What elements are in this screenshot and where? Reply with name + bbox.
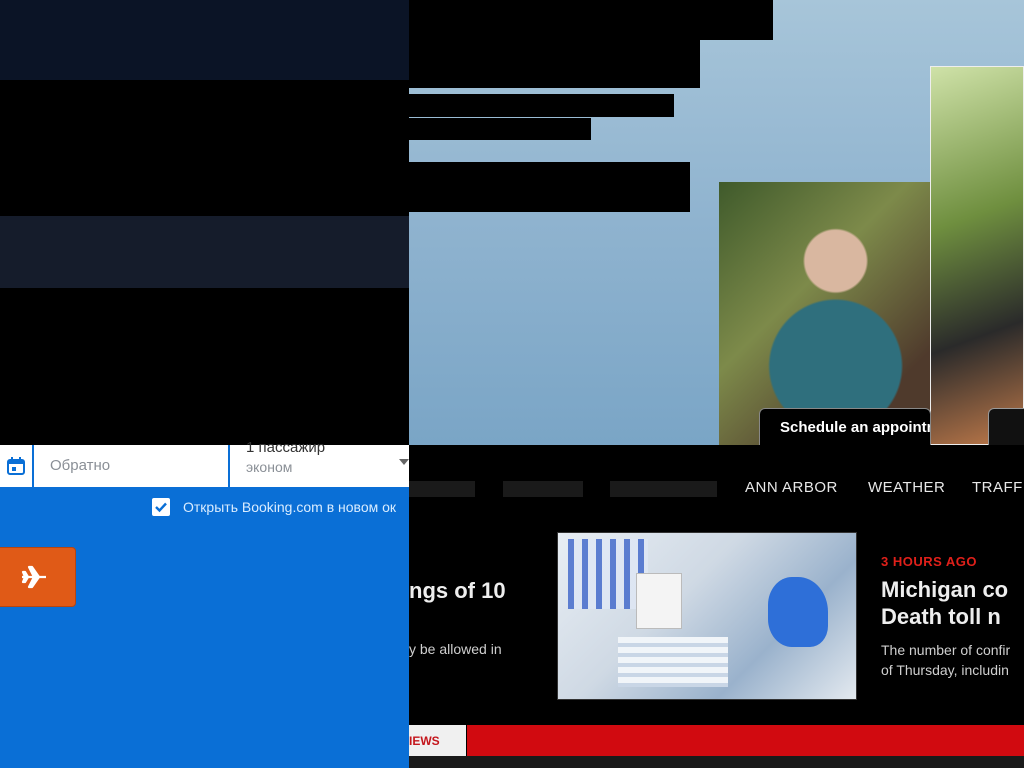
- site-nav: ANN ARBOR WEATHER TRAFFI: [409, 468, 1024, 508]
- checkmark-icon: [155, 502, 167, 513]
- open-in-new-tab-option[interactable]: Открыть Booking.com в новом ок: [152, 497, 409, 517]
- cabin-class: эконом: [246, 459, 293, 475]
- nav-item-traffic[interactable]: TRAFFI: [972, 479, 1024, 496]
- return-date-input[interactable]: Обратно: [36, 445, 230, 487]
- article-thumbnail[interactable]: [557, 532, 857, 700]
- booking-widget-window: Обратно 1 пассажир эконом Открыть Bookin…: [0, 0, 409, 768]
- nav-item-weather[interactable]: WEATHER: [868, 479, 945, 496]
- ad-cta-label: Schedule an appointm: [780, 419, 931, 436]
- redacted-block: [409, 162, 690, 212]
- chevron-down-icon: [399, 459, 409, 465]
- left-article-headline[interactable]: ngs of 10: [409, 578, 506, 604]
- thumb-sample-rack: [618, 637, 728, 687]
- nav-item-ann-arbor[interactable]: ANN ARBOR: [745, 479, 838, 496]
- ad-photo-secondary[interactable]: [930, 66, 1024, 445]
- left-article-blurb: y be allowed in: [409, 641, 502, 657]
- open-in-new-tab-checkbox[interactable]: [152, 498, 170, 516]
- tab-news[interactable]: IEWS: [409, 725, 466, 756]
- breaking-news-strip[interactable]: [467, 725, 1024, 756]
- ad-cta-button-secondary[interactable]: [988, 408, 1024, 445]
- schedule-appointment-button[interactable]: Schedule an appointm: [759, 408, 931, 445]
- redacted-nav-item: [503, 481, 583, 497]
- airplane-icon: [21, 565, 46, 589]
- redacted-block: [409, 0, 773, 40]
- redacted-band: [0, 216, 409, 288]
- article-blurb-line1: The number of confir: [881, 642, 1011, 658]
- desktop-screen: Обратно 1 пассажир эконом Открыть Bookin…: [0, 0, 1024, 768]
- redacted-block: [409, 40, 700, 88]
- calendar-icon: [7, 457, 25, 475]
- article-headline-line1: Michigan co: [881, 577, 1009, 602]
- thumb-test-kit-box: [636, 573, 682, 629]
- passengers-select[interactable]: 1 пассажир эконом: [232, 439, 409, 487]
- divider: [409, 756, 1024, 768]
- search-fields-row: Обратно 1 пассажир эконом: [0, 439, 409, 487]
- redacted-nav-item: [610, 481, 717, 497]
- search-flights-button[interactable]: [0, 547, 76, 607]
- redacted-nav-item: [409, 481, 475, 497]
- bottom-section-bar: IEWS: [409, 725, 1024, 768]
- news-site-window: Schedule an appointm ANN ARBOR WEATHER T…: [409, 0, 1024, 768]
- article-headline[interactable]: Michigan co Death toll n: [881, 576, 1008, 630]
- redacted-block: [409, 94, 674, 117]
- passengers-count: 1 пассажир: [246, 439, 326, 456]
- article-blurb: The number of confir of Thursday, includ…: [881, 640, 1010, 680]
- open-in-new-tab-label: Открыть Booking.com в новом ок: [183, 499, 397, 515]
- article-blurb-line2: of Thursday, includin: [881, 662, 1009, 678]
- article-timestamp: 3 HOURS AGO: [881, 554, 978, 569]
- ad-photo[interactable]: [719, 182, 931, 445]
- calendar-button[interactable]: [0, 445, 34, 487]
- news-article-row: ngs of 10 y be allowed in 3 HOURS AGO Mi…: [409, 528, 1024, 708]
- return-date-placeholder: Обратно: [50, 457, 111, 474]
- thumb-gloved-hand: [768, 577, 828, 647]
- article-headline-line2: Death toll n: [881, 604, 1001, 629]
- redacted-block: [409, 118, 591, 140]
- redacted-header: [0, 0, 409, 80]
